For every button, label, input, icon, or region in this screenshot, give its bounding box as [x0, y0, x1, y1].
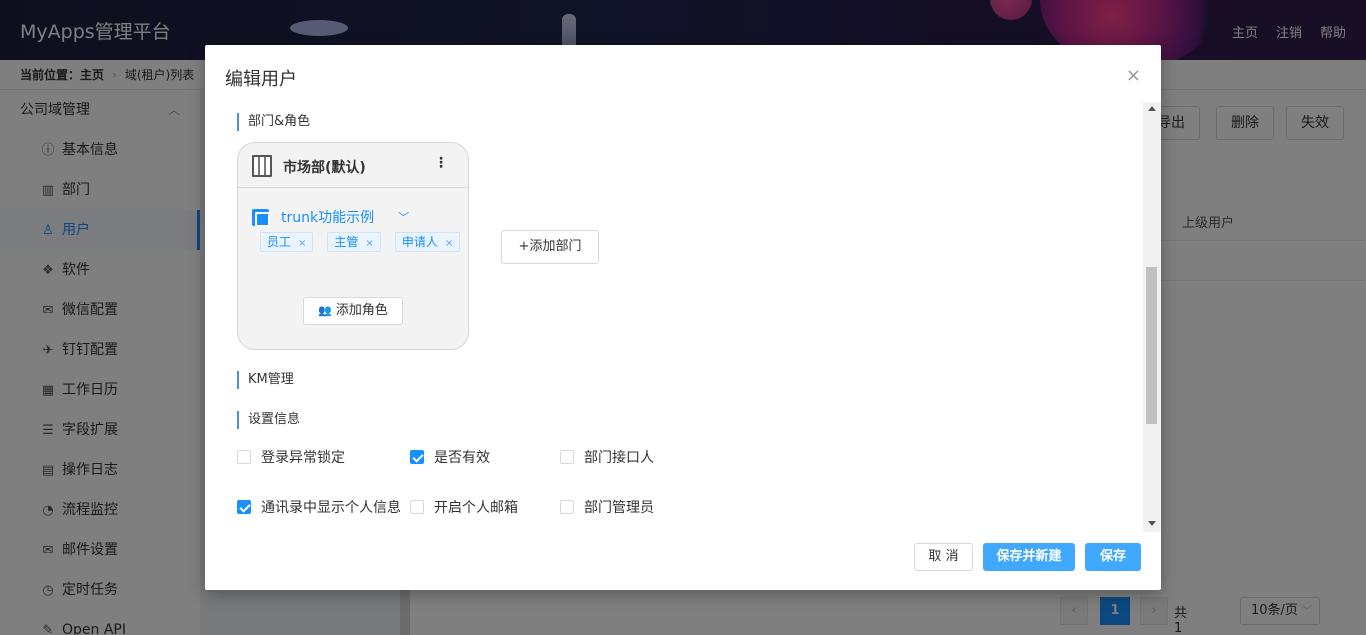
- dialog-scrollbar[interactable]: [1143, 102, 1161, 532]
- department-card: 市场部(默认) ⋮ trunk功能示例 ﹀ 员工 × 主管 × 申请人 × 👥 添加角…: [237, 142, 469, 350]
- role-tag: 申请人 ×: [394, 232, 461, 252]
- checkbox-label: 通讯录中显示个人信息: [261, 500, 401, 516]
- role-tag: 员工 ×: [260, 232, 314, 252]
- scroll-up-icon[interactable]: [1148, 106, 1156, 111]
- checkbox-label: 部门接口人: [584, 450, 654, 466]
- role-tags: 员工 × 主管 × 申请人 ×: [260, 232, 461, 252]
- checkbox-box[interactable]: [410, 500, 424, 514]
- checkbox-is-valid[interactable]: 是否有效: [410, 447, 490, 467]
- scrollbar-thumb[interactable]: [1146, 267, 1157, 424]
- section-title-km: KM管理: [237, 371, 294, 389]
- more-vertical-icon[interactable]: ⋮: [434, 155, 448, 171]
- tag-close-icon[interactable]: ×: [445, 238, 453, 249]
- checkbox-box[interactable]: [237, 500, 251, 514]
- tag-close-icon[interactable]: ×: [298, 238, 306, 249]
- save-button[interactable]: 保存: [1085, 543, 1141, 571]
- add-role-label: 添加角色: [335, 303, 388, 318]
- role-tag-label: 员工: [267, 235, 292, 249]
- close-icon[interactable]: ×: [1126, 65, 1141, 86]
- section-title-settings: 设置信息: [237, 411, 300, 429]
- checkbox-show-in-contacts[interactable]: 通讯录中显示个人信息: [237, 497, 401, 517]
- checkbox-login-lock[interactable]: 登录异常锁定: [237, 447, 345, 467]
- checkbox-dept-admin[interactable]: 部门管理员: [560, 497, 654, 517]
- building-icon: [252, 155, 272, 177]
- dialog-body: 部门&角色 市场部(默认) ⋮ trunk功能示例 ﹀ 员工 × 主管 × 申请人 ×…: [205, 102, 1161, 532]
- checkbox-label: 是否有效: [434, 450, 490, 466]
- section-title-dept-role: 部门&角色: [237, 113, 310, 131]
- add-role-button[interactable]: 👥 添加角色: [303, 297, 403, 325]
- role-tag-label: 申请人: [401, 235, 438, 249]
- scroll-down-icon[interactable]: [1148, 521, 1156, 526]
- role-tag: 主管 ×: [327, 232, 381, 252]
- dialog-title: 编辑用户: [225, 69, 297, 90]
- tag-close-icon[interactable]: ×: [365, 238, 373, 249]
- add-department-button[interactable]: +添加部门: [501, 230, 599, 264]
- users-icon: 👥: [318, 304, 332, 317]
- edit-user-dialog: 编辑用户 × 部门&角色 市场部(默认) ⋮ trunk功能示例 ﹀ 员工 × 主…: [205, 45, 1161, 590]
- role-group-name: trunk功能示例: [281, 210, 375, 226]
- department-card-header: 市场部(默认) ⋮: [238, 143, 468, 188]
- checkbox-label: 部门管理员: [584, 500, 654, 516]
- checkbox-personal-mailbox[interactable]: 开启个人邮箱: [410, 497, 518, 517]
- checkbox-box[interactable]: [410, 450, 424, 464]
- checkbox-box[interactable]: [560, 500, 574, 514]
- role-tag-label: 主管: [334, 235, 359, 249]
- department-name: 市场部(默认): [283, 160, 366, 176]
- chevron-down-icon: ﹀: [398, 211, 410, 224]
- role-group-selector[interactable]: trunk功能示例 ﹀: [252, 207, 409, 227]
- save-and-new-button[interactable]: 保存并新建: [983, 543, 1075, 571]
- cancel-button[interactable]: 取 消: [914, 543, 973, 571]
- cube-icon: [252, 208, 270, 227]
- checkbox-box[interactable]: [560, 450, 574, 464]
- checkbox-dept-contact[interactable]: 部门接口人: [560, 447, 654, 467]
- checkbox-label: 开启个人邮箱: [434, 500, 518, 516]
- checkbox-box[interactable]: [237, 450, 251, 464]
- checkbox-label: 登录异常锁定: [261, 450, 345, 466]
